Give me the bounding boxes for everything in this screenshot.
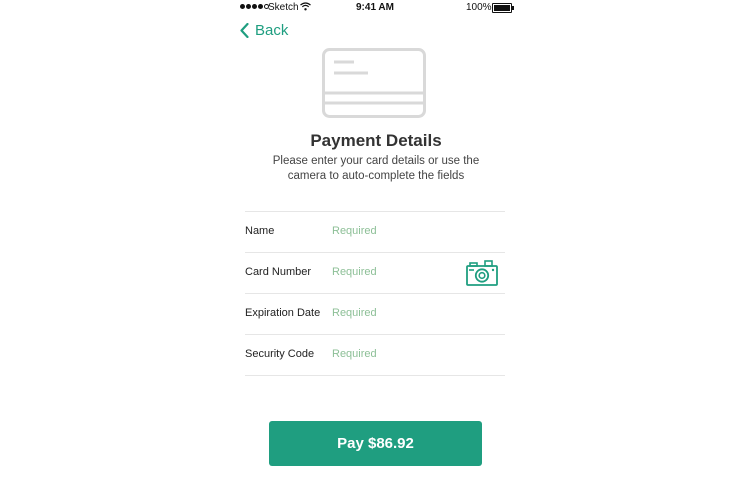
back-button[interactable]: Back bbox=[240, 22, 288, 39]
signal-strength-icon bbox=[240, 4, 269, 9]
carrier-name: Sketch bbox=[268, 2, 299, 13]
form-row-card-number: Card Number bbox=[245, 252, 505, 293]
name-field[interactable] bbox=[332, 222, 452, 240]
expiration-date-label: Expiration Date bbox=[245, 307, 321, 319]
security-code-label: Security Code bbox=[245, 348, 315, 360]
chevron-left-icon bbox=[240, 23, 249, 38]
form-row-name: Name bbox=[245, 211, 505, 252]
expiration-date-field[interactable] bbox=[332, 304, 452, 322]
pay-button[interactable]: Pay $86.92 bbox=[269, 421, 482, 466]
battery-icon bbox=[492, 3, 514, 13]
name-label: Name bbox=[245, 225, 275, 237]
form-row-expiration-date: Expiration Date bbox=[245, 293, 505, 334]
status-time: 9:41 AM bbox=[356, 2, 394, 13]
page-subtitle: Please enter your card details or use th… bbox=[272, 155, 480, 182]
back-label: Back bbox=[255, 22, 289, 39]
status-bar: Sketch 9:41 AM 100% bbox=[240, 0, 514, 16]
form-row-security-code: Security Code bbox=[245, 334, 505, 376]
payment-form: Name Card Number Expiration Date Securit… bbox=[245, 211, 505, 376]
camera-icon[interactable] bbox=[466, 260, 498, 286]
card-number-field[interactable] bbox=[332, 263, 452, 281]
card-number-label: Card Number bbox=[245, 266, 312, 278]
battery-percentage: 100% bbox=[466, 2, 492, 13]
page-title: Payment Details bbox=[310, 131, 442, 150]
security-code-field[interactable] bbox=[332, 345, 452, 363]
wifi-icon bbox=[300, 2, 311, 14]
credit-card-icon bbox=[322, 48, 426, 118]
